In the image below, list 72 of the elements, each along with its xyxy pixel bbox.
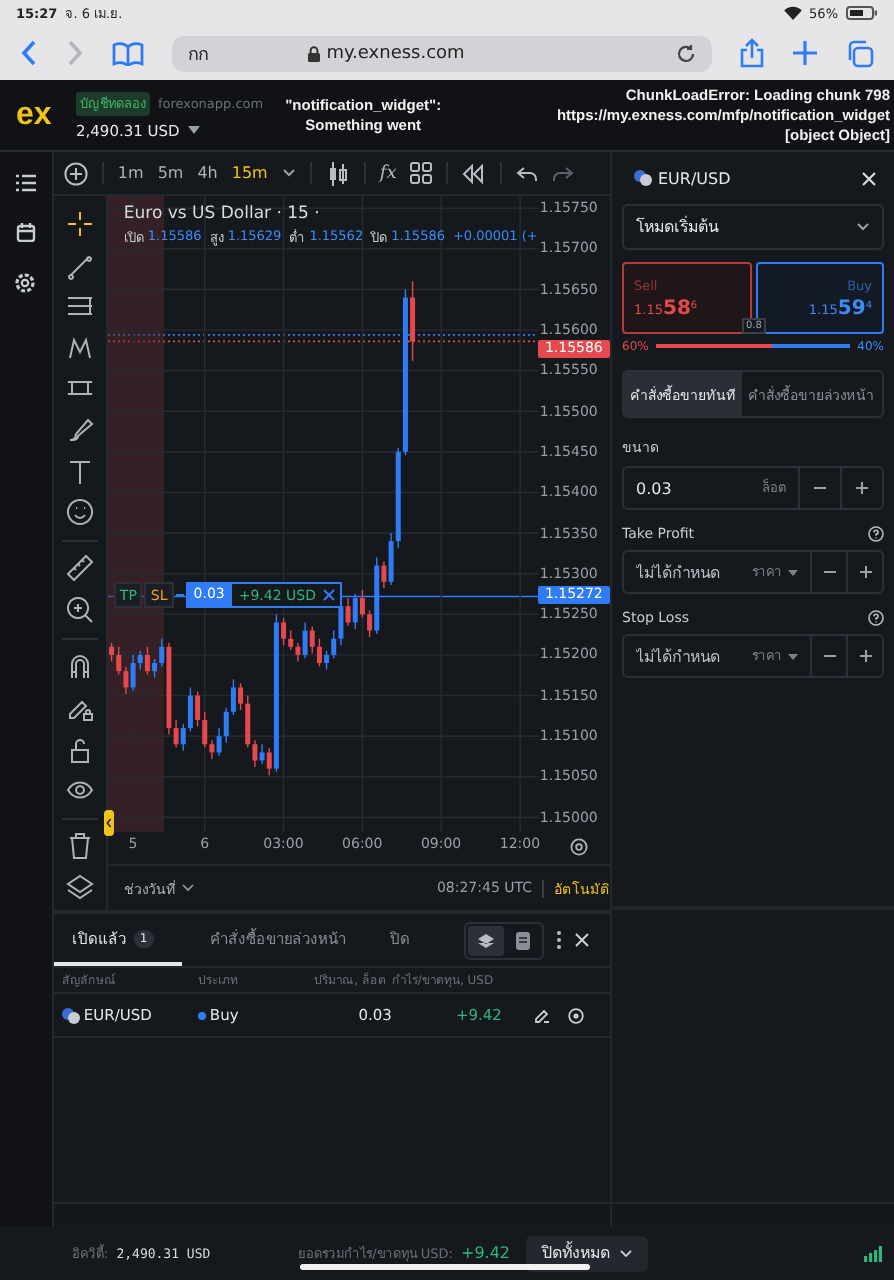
crosshair-icon[interactable] [65,210,94,238]
plus-icon [859,650,871,662]
logo[interactable]: ex [16,97,64,133]
redo-icon[interactable] [552,165,575,181]
mode-dropdown[interactable]: โหมดเริ่มต้น [622,204,884,250]
settings-icon[interactable] [14,272,37,294]
interval-tab[interactable]: 15m [231,164,268,182]
line-tool-icon[interactable] [65,251,94,280]
currency-flags-icon [61,1007,80,1023]
more-icon[interactable] [556,930,562,950]
stack-icon [515,931,529,949]
compact-view-button[interactable] [468,925,504,955]
back-icon[interactable] [20,40,38,66]
caret-icon [187,126,200,134]
grid-icon[interactable] [410,162,433,184]
chevron-down-icon [856,222,870,232]
tabs-icon[interactable] [846,39,874,67]
minus-icon [823,570,835,574]
close-icon[interactable] [574,932,590,948]
currency-flags-icon [634,170,652,186]
list-icon[interactable] [15,174,36,192]
plus-icon [856,482,868,494]
lock-icon[interactable] [65,735,94,764]
share-icon[interactable] [740,38,764,68]
indicators-button[interactable]: fx [379,163,397,183]
bookmarks-icon[interactable] [112,41,144,65]
volume-field[interactable]: 0.03 [636,479,756,497]
collapse-handle-icon[interactable] [103,810,114,836]
magnet-icon[interactable] [65,652,94,681]
wifi-icon [783,6,802,20]
interval-tab[interactable]: 5m [157,164,184,182]
symbol-title: EUR/USD [658,169,731,187]
plus-icon [859,566,871,578]
caret-icon [788,569,798,575]
text-tool-icon[interactable] [65,457,94,486]
replay-icon[interactable] [462,163,487,183]
layers-icon [478,933,494,947]
smiley-icon[interactable] [65,498,94,527]
reload-icon[interactable] [676,43,696,63]
pattern-icon[interactable] [65,333,94,362]
new-tab-icon[interactable] [792,40,818,66]
chevron-down-icon [620,1249,632,1257]
edit-icon[interactable] [533,1007,550,1023]
signal-icon [864,1245,882,1261]
battery-icon [846,6,878,20]
layers-icon[interactable] [65,873,94,902]
interval-tab[interactable]: 4h [197,164,218,182]
add-icon[interactable] [63,161,88,185]
zoom-in-icon[interactable] [65,596,94,625]
status-dot [197,1011,206,1019]
settings-icon[interactable] [569,838,588,856]
chevron-down-icon [181,884,194,892]
ruler-icon[interactable] [65,554,94,583]
minus-icon [814,486,826,490]
address-field[interactable]: กก my.exness.com [172,35,712,71]
help-icon[interactable] [868,610,884,626]
brush-icon[interactable] [65,416,94,445]
calendar-icon[interactable] [15,222,36,242]
parallel-lines-icon[interactable] [65,292,94,321]
undo-icon[interactable] [516,165,539,181]
close-all-button[interactable]: ปิดทั้งหมด [526,1235,648,1271]
total-profit-value: +9.42 [460,1244,510,1262]
chevron-down-icon[interactable] [281,168,296,178]
chart-title: Euro vs US Dollar · 15 · [123,204,322,224]
close-position-icon[interactable] [567,1007,584,1023]
trash-icon[interactable] [65,832,94,861]
interval-tab[interactable]: 1m [117,164,144,182]
lock-icon [308,45,321,61]
minus-icon [823,654,835,658]
help-icon[interactable] [868,526,884,542]
candles-icon[interactable] [325,161,350,185]
caret-icon [788,653,798,659]
